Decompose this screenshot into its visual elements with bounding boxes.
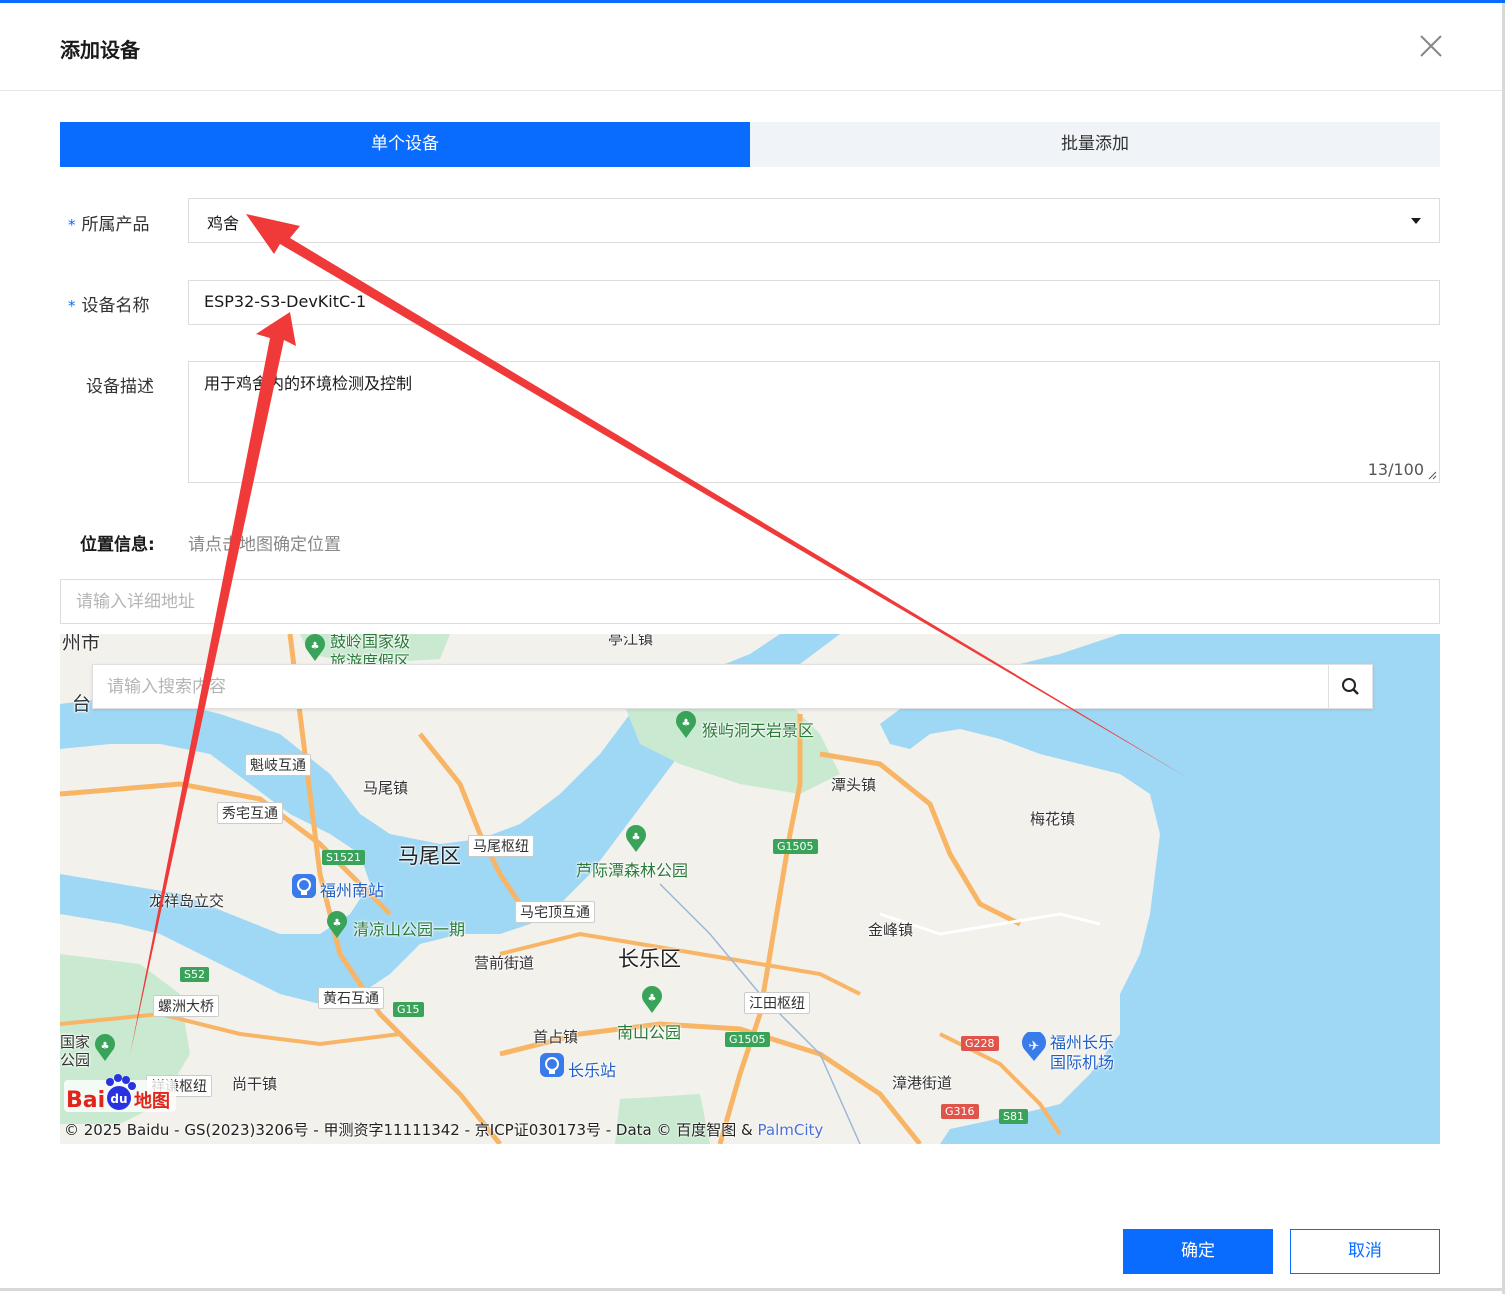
map-label-gongyuan: 公园	[60, 1051, 91, 1069]
svg-text:Bai: Bai	[66, 1088, 105, 1113]
road-shield: S1521	[322, 850, 365, 865]
product-select[interactable]: 鸡舍	[188, 198, 1440, 243]
map-label-changle-station: 长乐站	[568, 1061, 617, 1080]
airport-icon: ✈	[1022, 1032, 1046, 1061]
add-device-dialog: 添加设备 单个设备 批量添加 * 所属产品 鸡舍 * 设备名称 ESP32-S3-D…	[0, 0, 1505, 1294]
mode-tabs: 单个设备 批量添加	[60, 122, 1440, 167]
map-label-tai: 台	[72, 693, 92, 715]
park-icon: ♣	[676, 711, 696, 738]
map-label-yingqian: 营前街道	[474, 954, 535, 972]
close-icon[interactable]	[1417, 32, 1445, 60]
dialog-header: 添加设备	[0, 6, 1502, 91]
road-shield: G316	[941, 1104, 979, 1119]
map-label-mawei-district: 马尾区	[398, 844, 461, 868]
map-search-input[interactable]	[107, 675, 1307, 699]
caret-down-icon	[1411, 218, 1421, 224]
address-field[interactable]	[60, 579, 1440, 624]
map-label-city: 州市	[62, 634, 101, 654]
location-label: 位置信息:	[80, 535, 155, 555]
svg-text:✈: ✈	[1029, 1039, 1040, 1054]
location-hint: 请点击地图确定位置	[188, 535, 341, 555]
dialog-title: 添加设备	[60, 38, 140, 62]
device-name-value: ESP32-S3-DevKitC-1	[204, 292, 367, 311]
map-label-qingliang: 清凉山公园一期	[353, 920, 466, 939]
tab-single-device[interactable]: 单个设备	[60, 122, 750, 167]
baidu-map-logo: Bai du 地图	[64, 1074, 176, 1114]
char-count: 13/100	[1367, 460, 1424, 479]
park-icon: ♣	[626, 825, 646, 852]
road-shield: G228	[961, 1036, 999, 1051]
map-label-shouzhan: 首占镇	[533, 1028, 579, 1046]
product-select-value: 鸡舍	[207, 214, 240, 233]
map-search-button[interactable]	[1328, 665, 1372, 708]
road-shield: S52	[180, 967, 209, 982]
map-label-tantou: 潭头镇	[831, 776, 877, 794]
park-icon: ♣	[95, 1034, 115, 1061]
cancel-button[interactable]: 取消	[1290, 1229, 1440, 1274]
search-icon	[1342, 678, 1359, 695]
map-label-changle-district: 长乐区	[618, 947, 681, 971]
map-label-huangshi: 黄石互通	[318, 987, 384, 1009]
map-label-jinfeng: 金峰镇	[868, 921, 914, 939]
map-label-luozhou: 螺洲大桥	[153, 995, 219, 1017]
map-label-mawei-town: 马尾镇	[363, 779, 409, 797]
device-name-input[interactable]: ESP32-S3-DevKitC-1	[188, 280, 1440, 325]
required-mark: *	[68, 297, 76, 315]
map-copyright: © 2025 Baidu - GS(2023)3206号 - 甲测资字11111…	[64, 1121, 824, 1139]
svg-text:♣: ♣	[632, 832, 641, 843]
svg-text:♣: ♣	[648, 993, 657, 1004]
map-background	[60, 634, 1440, 1144]
road-shield: S81	[999, 1109, 1028, 1124]
map-label-longxiang: 龙祥岛立交	[149, 892, 225, 910]
map-label-houyu: 猴屿洞天岩景区	[702, 721, 815, 740]
palmcity-link[interactable]: PalmCity	[758, 1121, 824, 1139]
road-shield: G1505	[773, 839, 818, 854]
map-label-mawei-hub: 马尾枢纽	[468, 835, 534, 857]
svg-text:♣: ♣	[101, 1041, 110, 1052]
park-icon: ♣	[642, 986, 662, 1013]
station-icon	[292, 874, 316, 898]
map-label-shanggan: 尚干镇	[232, 1075, 278, 1093]
map-label-nanshan: 南山公园	[617, 1023, 682, 1042]
road-shield: G15	[393, 1002, 424, 1017]
confirm-button[interactable]: 确定	[1123, 1229, 1273, 1274]
park-icon: ♣	[327, 911, 347, 938]
address-input[interactable]	[76, 590, 1376, 614]
name-label: * 设备名称	[68, 296, 150, 316]
svg-text:♣: ♣	[682, 718, 691, 729]
svg-text:地图: 地图	[134, 1090, 170, 1112]
svg-text:♣: ♣	[311, 641, 320, 652]
map-label-lujitan: 芦际潭森林公园	[576, 861, 689, 880]
map-label-zhanggang: 漳港街道	[892, 1074, 953, 1092]
map-view[interactable]: 州市 台 鼓岭国家级 旅游度假区 亭江镇 猴屿洞天岩景区 魁岐互通 马尾镇 潭头…	[60, 634, 1440, 1144]
required-mark: *	[68, 216, 76, 234]
map-label-tingjiang: 亭江镇	[608, 634, 654, 648]
resize-grip-icon[interactable]	[1427, 470, 1437, 480]
map-label-xiuzhai: 秀宅互通	[217, 802, 283, 824]
map-label-meihua: 梅花镇	[1030, 810, 1076, 828]
svg-text:du: du	[110, 1092, 127, 1106]
park-icon: ♣	[305, 634, 325, 661]
station-icon	[540, 1053, 564, 1077]
tab-batch-add[interactable]: 批量添加	[750, 122, 1440, 167]
map-search-box	[92, 664, 1373, 709]
device-desc-value: 用于鸡舍内的环境检测及控制	[204, 374, 413, 393]
road-shield: G1505	[725, 1032, 770, 1047]
map-label-jiangtian: 江田枢纽	[744, 992, 810, 1014]
map-label-airport-2: 国际机场	[1050, 1053, 1115, 1072]
desc-label: 设备描述	[86, 377, 154, 397]
device-desc-textarea[interactable]: 用于鸡舍内的环境检测及控制 13/100	[188, 361, 1440, 483]
map-label-mazhai: 马宅顶互通	[515, 901, 595, 923]
map-label-kuiqi: 魁岐互通	[245, 754, 311, 776]
product-label: * 所属产品	[68, 215, 150, 235]
svg-text:♣: ♣	[333, 918, 342, 929]
map-label-fuzhou-south: 福州南站	[320, 881, 385, 900]
